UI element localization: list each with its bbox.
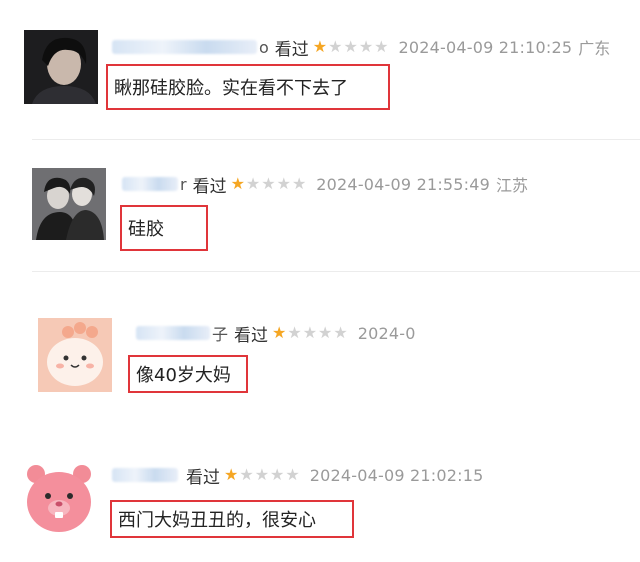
star-empty-icon: ★ xyxy=(343,37,358,56)
star-empty-icon: ★ xyxy=(239,465,254,484)
star-rating: ★ ★ ★ ★ ★ xyxy=(272,325,348,341)
star-empty-icon: ★ xyxy=(270,465,285,484)
star-empty-icon: ★ xyxy=(261,174,276,193)
comment-meta: o 看过 ★ ★ ★ ★ ★ 2024-04-09 21:10:25 广东 xyxy=(112,36,611,60)
star-empty-icon: ★ xyxy=(254,465,270,484)
watch-status: 看过 xyxy=(186,467,220,488)
comment-text: 西门大妈丑丑的，很安心 xyxy=(110,500,354,538)
star-empty-icon: ★ xyxy=(245,174,261,193)
blurred-username xyxy=(112,40,257,54)
blurred-username xyxy=(122,177,178,191)
couple-photo-icon xyxy=(32,168,106,240)
comment-timestamp: 2024-0 xyxy=(357,323,416,343)
watch-status: 看过 xyxy=(234,325,269,346)
comment-item-1: o 看过 ★ ★ ★ ★ ★ 2024-04-09 21:10:25 广东 瞅那… xyxy=(0,0,640,140)
star-empty-icon: ★ xyxy=(276,174,291,193)
user-avatar[interactable] xyxy=(24,30,98,104)
star-empty-icon: ★ xyxy=(374,37,389,56)
comment-text: 像40岁大妈 xyxy=(128,355,248,393)
comment-meta: 看过 ★ ★ ★ ★ ★ 2024-04-09 21:02:15 xyxy=(112,464,484,488)
star-rating: ★ ★ ★ ★ ★ xyxy=(231,176,307,192)
cartoon-dino-avatar-icon xyxy=(38,318,112,392)
star-empty-icon: ★ xyxy=(328,37,343,56)
username-tail: 子 xyxy=(212,325,229,344)
blurred-username xyxy=(112,468,178,482)
star-empty-icon: ★ xyxy=(291,174,307,193)
blurred-username xyxy=(136,326,210,340)
comment-timestamp: 2024-04-09 21:10:25 xyxy=(398,37,573,57)
user-avatar[interactable] xyxy=(38,318,112,392)
comment-text: 瞅那硅胶脸。实在看不下去了 xyxy=(106,64,390,110)
star-empty-icon: ★ xyxy=(287,323,302,342)
comment-item-4: 看过 ★ ★ ★ ★ ★ 2024-04-09 21:02:15 西门大妈丑丑的… xyxy=(0,430,640,562)
watch-status: 看过 xyxy=(274,39,309,60)
star-empty-icon: ★ xyxy=(318,323,333,342)
comment-text: 硅胶 xyxy=(120,205,208,251)
comment-meta: r 看过 ★ ★ ★ ★ ★ 2024-04-09 21:55:49 江苏 xyxy=(122,173,529,197)
star-empty-icon: ★ xyxy=(302,323,318,342)
star-empty-icon: ★ xyxy=(285,465,300,484)
star-filled-icon: ★ xyxy=(312,37,328,56)
star-empty-icon: ★ xyxy=(358,37,374,56)
star-filled-icon: ★ xyxy=(230,174,245,193)
comment-timestamp: 2024-04-09 21:02:15 xyxy=(309,465,484,485)
comment-timestamp: 2024-04-09 21:55:49 xyxy=(316,174,491,194)
username-tail: r xyxy=(180,174,187,194)
comment-meta: 子 看过 ★ ★ ★ ★ ★ 2024-0 xyxy=(136,322,416,346)
user-avatar[interactable] xyxy=(32,168,106,240)
user-avatar[interactable] xyxy=(20,458,98,536)
star-filled-icon: ★ xyxy=(224,465,239,484)
comment-location: 江苏 xyxy=(496,176,529,195)
star-rating: ★ ★ ★ ★ ★ xyxy=(313,39,389,55)
username-tail: o xyxy=(259,37,269,57)
star-rating: ★ ★ ★ ★ ★ xyxy=(224,467,300,483)
comment-location: 广东 xyxy=(578,39,611,58)
portrait-photo-icon xyxy=(24,30,98,104)
star-filled-icon: ★ xyxy=(272,323,287,342)
comment-item-3: 子 看过 ★ ★ ★ ★ ★ 2024-0 像40岁大妈 xyxy=(0,272,640,430)
pink-bear-avatar-icon xyxy=(20,458,98,536)
star-empty-icon: ★ xyxy=(333,323,348,342)
watch-status: 看过 xyxy=(192,176,227,197)
comment-item-2: r 看过 ★ ★ ★ ★ ★ 2024-04-09 21:55:49 江苏 硅胶 xyxy=(0,140,640,272)
